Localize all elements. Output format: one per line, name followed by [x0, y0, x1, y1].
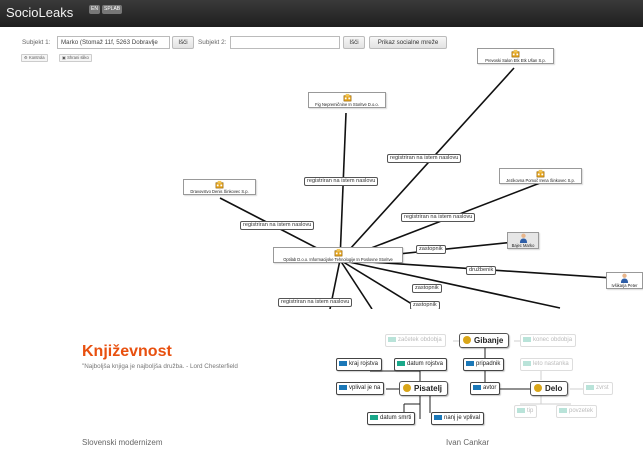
edge-label[interactable]: registriran na istem naslovu — [278, 298, 353, 307]
blue-square-icon — [466, 360, 474, 366]
person-name: Bajec Marko — [511, 243, 535, 248]
company-name: Optilab D.o.o. Informacijske Tehnologije… — [283, 257, 393, 262]
concept-zacetek-obdobja[interactable]: začetek obdobja — [385, 334, 446, 347]
edge-label[interactable]: registriran na istem naslovu — [387, 154, 462, 163]
teal-square-icon — [559, 407, 567, 413]
company-node[interactable]: Fig Nepremičnine In Storitve D.o.o. — [308, 92, 386, 108]
company-name: Prevoski Salon Etk Etk Ušan S.p. — [485, 58, 546, 63]
concept-zvrst[interactable]: zvrst — [583, 382, 613, 395]
company-node[interactable]: Jezikovna Pomoč Irena Šinkovec S.p. — [499, 168, 582, 184]
concept-vplival-je-na[interactable]: vplival je na — [336, 382, 385, 395]
person-node[interactable]: Bajec Marko — [507, 232, 539, 249]
company-icon — [511, 49, 520, 58]
concept-pisatelj[interactable]: Pisatelj — [399, 381, 449, 396]
blue-square-icon — [434, 414, 442, 420]
edge-label[interactable]: registriran na istem naslovu — [401, 213, 476, 222]
gold-dot-icon — [534, 384, 542, 392]
edge-line — [339, 112, 347, 261]
edge-label[interactable]: registriran na istem naslovu — [304, 177, 379, 186]
teal-square-icon — [586, 384, 594, 390]
teal-square-icon — [370, 414, 378, 420]
edge-label[interactable]: družbenik — [466, 266, 497, 275]
edge-label[interactable]: registriran na istem naslovu — [240, 221, 315, 230]
concept-gibanje[interactable]: Gibanje — [459, 333, 510, 348]
company-icon — [536, 169, 545, 178]
concept-leto-nastanka[interactable]: leto nastanka — [520, 358, 573, 371]
person-node[interactable]: Ivšikarja Peter — [606, 272, 643, 289]
language-splab-button[interactable]: SPLAB — [102, 5, 123, 14]
concept-tip[interactable]: tip — [514, 405, 538, 418]
company-node[interactable]: Prevoski Salon Etk Etk Ušan S.p. — [477, 48, 554, 64]
concept-kraj-rojstva[interactable]: kraj rojstva — [336, 358, 383, 371]
concept-avtor[interactable]: avtor — [470, 382, 501, 395]
concept-pripadnik[interactable]: pripadnik — [463, 358, 505, 371]
blue-square-icon — [339, 360, 347, 366]
slide-title: Književnost — [82, 343, 172, 360]
app-title: SocioLeaks — [6, 5, 74, 20]
blue-square-icon — [473, 384, 481, 390]
company-name: Dravovstvo Denis Šinkovec S.p. — [190, 189, 249, 194]
gold-dot-icon — [463, 336, 471, 344]
person-name: Ivšikarja Peter — [611, 283, 638, 288]
teal-square-icon — [388, 336, 396, 342]
edge-label[interactable]: zastopnik — [410, 301, 440, 309]
company-name: Fig Nepremičnine In Storitve D.o.o. — [315, 102, 379, 107]
company-icon — [215, 180, 224, 189]
concept-delo[interactable]: Delo — [530, 381, 569, 396]
gold-dot-icon — [403, 384, 411, 392]
top-bar: SocioLeaks EN SPLAB — [0, 0, 643, 27]
blue-square-icon — [339, 384, 347, 390]
edge-label[interactable]: zastopnik — [416, 245, 446, 254]
teal-square-icon — [397, 360, 405, 366]
teal-square-icon — [517, 407, 525, 413]
slide-quote: "Najboljša knjiga je najboljša družba. -… — [82, 363, 238, 370]
person-icon — [620, 273, 629, 283]
network-graph[interactable]: registriran na istem naslovu registriran… — [0, 28, 643, 309]
company-icon — [334, 248, 342, 257]
footer-left: Slovenski modernizem — [82, 438, 163, 447]
footer-right: Ivan Cankar — [446, 438, 490, 447]
company-node[interactable]: Dravovstvo Denis Šinkovec S.p. — [183, 179, 256, 195]
company-node-center[interactable]: Optilab D.o.o. Informacijske Tehnologije… — [273, 247, 403, 263]
edge-label[interactable]: zastopnik — [412, 284, 442, 293]
language-en-button[interactable]: EN — [89, 5, 100, 14]
concept-konec-obdobja[interactable]: konec obdobja — [520, 334, 577, 347]
teal-square-icon — [523, 336, 531, 342]
concept-povzetek[interactable]: povzetek — [556, 405, 598, 418]
company-name: Jezikovna Pomoč Irena Šinkovec S.p. — [506, 178, 575, 183]
person-icon — [519, 233, 527, 243]
company-icon — [343, 93, 351, 102]
concept-datum-rojstva[interactable]: datum rojstva — [394, 358, 448, 371]
teal-square-icon — [523, 360, 531, 366]
concept-nanj-je-vplival[interactable]: nanj je vplival — [431, 412, 485, 425]
concept-datum-smrti[interactable]: datum smrti — [367, 412, 416, 425]
